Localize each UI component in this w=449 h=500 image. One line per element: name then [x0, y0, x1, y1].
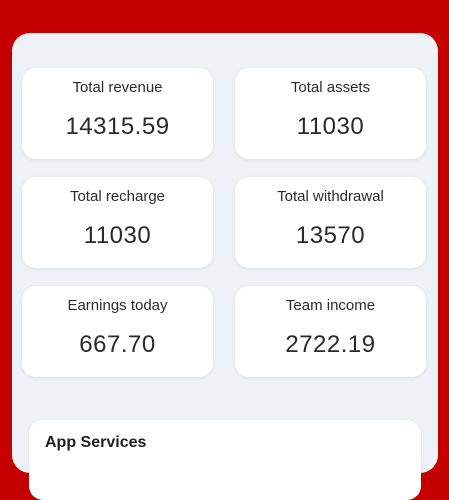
stat-label: Total assets [290, 79, 371, 96]
stat-card-team-income[interactable]: Team income 2722.19 [235, 286, 426, 377]
stat-value: 2722.19 [285, 331, 376, 358]
stat-label: Earnings today [67, 297, 168, 314]
stat-card-total-revenue[interactable]: Total revenue 14315.59 [22, 68, 213, 159]
app-services-section: App Services [29, 420, 421, 500]
app-services-title: App Services [45, 434, 147, 451]
stat-value: 667.70 [79, 331, 156, 358]
stat-label: Total revenue [72, 79, 163, 96]
stat-value: 11030 [296, 113, 365, 140]
stats-grid: Total revenue 14315.59 Total assets 1103… [22, 68, 427, 377]
stat-label: Total recharge [69, 188, 166, 205]
stats-panel: Total revenue 14315.59 Total assets 1103… [12, 33, 438, 500]
stat-label: Team income [285, 297, 376, 314]
stat-value: 14315.59 [65, 113, 170, 140]
stat-card-total-recharge[interactable]: Total recharge 11030 [22, 177, 213, 268]
stat-value: 11030 [83, 222, 152, 249]
stat-card-total-assets[interactable]: Total assets 11030 [235, 68, 426, 159]
stat-label: Total withdrawal [277, 188, 384, 205]
stat-value: 13570 [295, 222, 366, 249]
stat-card-earnings-today[interactable]: Earnings today 667.70 [22, 286, 213, 377]
stat-card-total-withdrawal[interactable]: Total withdrawal 13570 [235, 177, 426, 268]
